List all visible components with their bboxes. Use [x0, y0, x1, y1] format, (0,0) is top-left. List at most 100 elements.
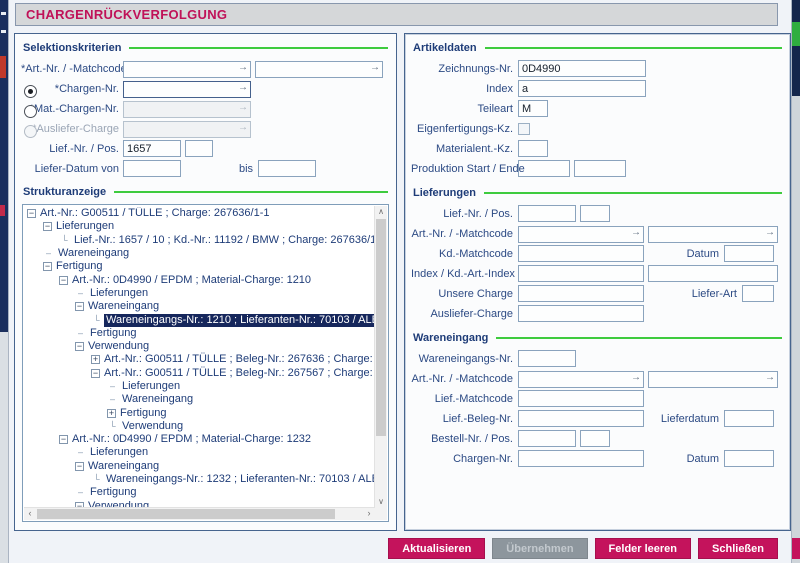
tree-item[interactable]: Wareneingangs-Nr.: 1210 ; Lieferanten-Nr…: [24, 313, 374, 326]
wareneingangs-nr-input[interactable]: [518, 350, 576, 367]
tree-item[interactable]: Wareneingangs-Nr.: 1232 ; Lieferanten-Nr…: [24, 473, 374, 486]
tree-item[interactable]: Wareneingang: [24, 393, 374, 406]
tree-item[interactable]: Verwendung: [24, 340, 374, 353]
zeichnungs-nr-input[interactable]: [518, 60, 646, 77]
tree-item-label: Fertigung: [88, 486, 138, 499]
matchcode-input[interactable]: [648, 371, 778, 388]
lief-matchcode-input[interactable]: [518, 390, 644, 407]
liefer-art-input[interactable]: [742, 285, 774, 302]
lookup-arrow-icon[interactable]: →: [370, 61, 380, 74]
tree-item[interactable]: Wareneingang: [24, 460, 374, 473]
lookup-arrow-icon[interactable]: →: [765, 371, 775, 384]
mat-chargen-nr-radio[interactable]: [24, 105, 37, 118]
tree-item[interactable]: Fertigung: [24, 406, 374, 419]
scroll-down-icon[interactable]: ∨: [375, 496, 387, 508]
lieferdatum-input[interactable]: [724, 410, 774, 427]
matchcode-input[interactable]: [255, 61, 383, 78]
produktion-start-input[interactable]: [518, 160, 570, 177]
lief-beleg-nr-label: Lief.-Beleg-Nr.: [411, 413, 518, 425]
lookup-arrow-icon[interactable]: →: [238, 61, 248, 74]
scroll-right-icon[interactable]: ›: [363, 508, 375, 520]
datum-input[interactable]: [724, 245, 774, 262]
expand-icon[interactable]: [107, 409, 116, 418]
eigenfertigungs-kz-checkbox[interactable]: [518, 123, 530, 135]
collapse-icon[interactable]: [43, 222, 52, 231]
ausliefer-charge-input[interactable]: [518, 305, 644, 322]
index-input[interactable]: [518, 80, 646, 97]
tree-item[interactable]: Art.-Nr.: G00511 / TÜLLE ; Beleg-Nr.: 26…: [24, 367, 374, 380]
tree-item[interactable]: Art.-Nr.: 0D4990 / EPDM ; Material-Charg…: [24, 433, 374, 446]
uebernehmen-button[interactable]: Übernehmen: [492, 538, 587, 559]
art-matchcode-label: *Art.-Nr. / -Matchcode: [21, 63, 123, 75]
lookup-arrow-icon[interactable]: →: [631, 371, 641, 384]
liefer-datum-von-input[interactable]: [123, 160, 181, 177]
collapse-icon[interactable]: [75, 462, 84, 471]
tree-item-label: Lieferungen: [88, 446, 150, 459]
tree-item[interactable]: Art.-Nr.: G00511 / TÜLLE ; Beleg-Nr.: 26…: [24, 353, 374, 366]
tree-item[interactable]: Wareneingang: [24, 300, 374, 313]
scroll-up-icon[interactable]: ∧: [375, 206, 387, 218]
index-input[interactable]: [518, 265, 644, 282]
collapse-icon[interactable]: [75, 302, 84, 311]
produktion-ende-input[interactable]: [574, 160, 626, 177]
lief-nr-input[interactable]: [123, 140, 181, 157]
teileart-input[interactable]: [518, 100, 548, 117]
lief-nr-input[interactable]: [518, 205, 576, 222]
tree-item-label: Wareneingang: [56, 247, 131, 260]
art-nr-input[interactable]: [518, 371, 644, 388]
lookup-arrow-icon[interactable]: →: [631, 226, 641, 239]
kd-matchcode-input[interactable]: [518, 245, 644, 262]
horizontal-scroll-thumb[interactable]: [37, 509, 335, 519]
tree-item[interactable]: Wareneingang: [24, 247, 374, 260]
datum-input[interactable]: [724, 450, 774, 467]
tree-item[interactable]: Lieferungen: [24, 287, 374, 300]
materialent-kz-input[interactable]: [518, 140, 548, 157]
tree-item[interactable]: Fertigung: [24, 260, 374, 273]
expand-icon[interactable]: [91, 355, 100, 364]
felder-leeren-button[interactable]: Felder leeren: [595, 538, 691, 559]
tree-vertical-scrollbar[interactable]: ∧ ∨: [374, 206, 387, 508]
collapse-icon[interactable]: [27, 209, 36, 218]
row-zeichnungs-nr: Zeichnungs-Nr.: [411, 60, 784, 77]
kd-art-index-input[interactable]: [648, 265, 778, 282]
schliessen-button[interactable]: Schließen: [698, 538, 778, 559]
collapse-icon[interactable]: [43, 262, 52, 271]
chargen-nr-radio[interactable]: [24, 85, 37, 98]
bestell-pos-input[interactable]: [580, 430, 610, 447]
art-nr-input[interactable]: [123, 61, 251, 78]
chargen-nr-input[interactable]: [123, 81, 251, 98]
liefer-datum-bis-input[interactable]: [258, 160, 316, 177]
tree-horizontal-scrollbar[interactable]: ‹ ›: [24, 507, 375, 520]
collapse-icon[interactable]: [59, 276, 68, 285]
tree-item[interactable]: Lieferungen: [24, 380, 374, 393]
chargen-nr-input[interactable]: [518, 450, 644, 467]
matchcode-input[interactable]: [648, 226, 778, 243]
row-eigenfertigungs-kz: Eigenfertigungs-Kz.: [411, 120, 784, 137]
collapse-icon[interactable]: [91, 369, 100, 378]
collapse-icon[interactable]: [75, 342, 84, 351]
aktualisieren-button[interactable]: Aktualisieren: [388, 538, 485, 559]
lief-pos-input[interactable]: [185, 140, 213, 157]
collapse-icon[interactable]: [59, 435, 68, 444]
lief-pos-input[interactable]: [580, 205, 610, 222]
section-divider: [485, 47, 782, 49]
bestell-nr-input[interactable]: [518, 430, 576, 447]
lookup-arrow-icon[interactable]: →: [238, 81, 248, 94]
lookup-arrow-icon[interactable]: →: [765, 226, 775, 239]
tree-item[interactable]: Lieferungen: [24, 446, 374, 459]
tree-item[interactable]: Fertigung: [24, 327, 374, 340]
scroll-left-icon[interactable]: ‹: [24, 508, 36, 520]
lief-beleg-nr-input[interactable]: [518, 410, 644, 427]
art-nr-input[interactable]: [518, 226, 644, 243]
unsere-charge-input[interactable]: [518, 285, 644, 302]
tree-item[interactable]: Lieferungen: [24, 220, 374, 233]
tree-item[interactable]: Art.-Nr.: 0D4990 / EPDM ; Material-Charg…: [24, 273, 374, 286]
index-kd-art-index-label: Index / Kd.-Art.-Index: [411, 268, 518, 280]
tree-item[interactable]: Verwendung: [24, 420, 374, 433]
vertical-scroll-thumb[interactable]: [376, 219, 386, 436]
lief-matchcode-label: Lief.-Matchcode: [411, 393, 518, 405]
tree-item-label: Fertigung: [88, 327, 138, 340]
tree-item[interactable]: Lief.-Nr.: 1657 / 10 ; Kd.-Nr.: 11192 / …: [24, 234, 374, 247]
tree-item[interactable]: Fertigung: [24, 486, 374, 499]
tree-item[interactable]: Art.-Nr.: G00511 / TÜLLE ; Charge: 26763…: [24, 207, 374, 220]
